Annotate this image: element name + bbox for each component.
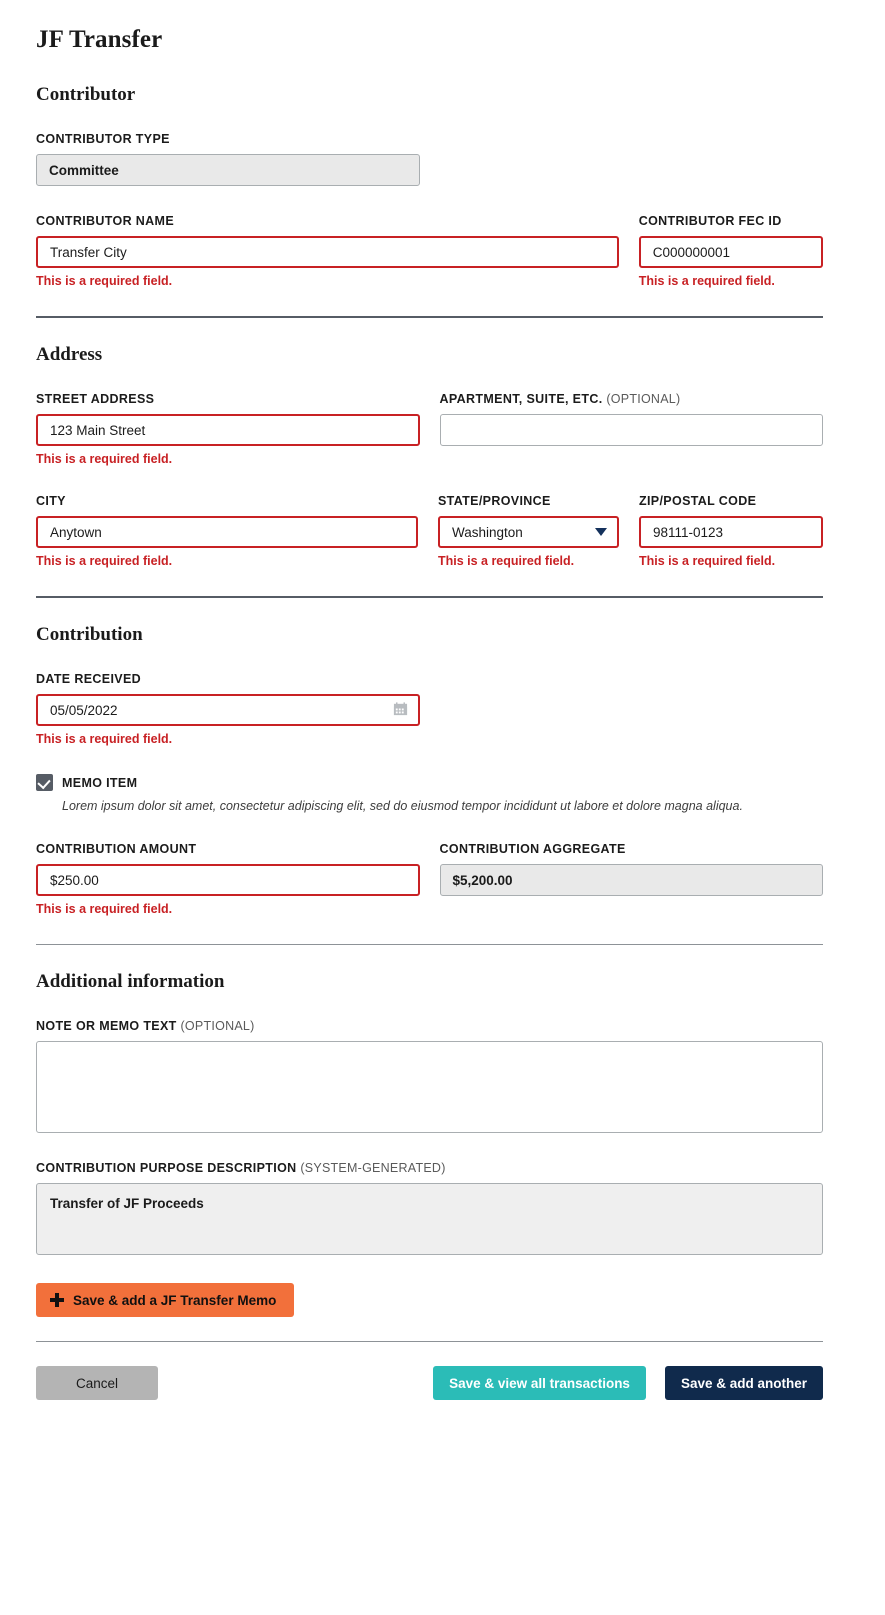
divider-contribution <box>36 944 823 946</box>
cpd-label-text: CONTRIBUTION PURPOSE DESCRIPTION <box>36 1161 297 1176</box>
section-heading-contribution: Contribution <box>36 624 143 645</box>
date-received-input[interactable]: 05/05/2022 <box>36 694 420 726</box>
divider-actions <box>36 1341 823 1343</box>
city-field: CITY Anytown This is a required field. <box>36 494 418 568</box>
contribution-purpose-description-value: Transfer of JF Proceeds <box>36 1183 823 1256</box>
contributor-name-label: CONTRIBUTOR NAME <box>36 214 175 228</box>
state-province-select[interactable]: Washington <box>437 516 619 548</box>
page-title: JF Transfer <box>36 26 163 53</box>
contributor-fec-id-label: CONTRIBUTOR FEC ID <box>638 214 782 228</box>
contributor-type-field: CONTRIBUTOR TYPE Committee <box>36 132 420 186</box>
contribution-purpose-description-label: CONTRIBUTION PURPOSE DESCRIPTION (SYSTEM… <box>36 1161 823 1175</box>
city-input[interactable]: Anytown <box>36 516 418 548</box>
zip-postal-code-label: ZIP/POSTAL CODE <box>638 494 757 508</box>
city-label: CITY <box>36 494 66 508</box>
cancel-button[interactable]: Cancel <box>36 1366 158 1401</box>
date-received-field: DATE RECEIVED 05/05/2022 This is a requi… <box>36 672 420 746</box>
street-address-label: STREET ADDRESS <box>36 392 155 406</box>
street-address-error: This is a required field. <box>36 452 173 466</box>
primary-actions: Save & view all transactions Save & add … <box>433 1366 823 1401</box>
note-memo-text-label: NOTE OR MEMO TEXT (OPTIONAL) <box>36 1019 823 1033</box>
address-city-row: CITY Anytown This is a required field. S… <box>36 494 823 568</box>
contributor-name-row: CONTRIBUTOR NAME Transfer City This is a… <box>36 214 823 288</box>
apartment-field: APARTMENT, SUITE, ETC. (OPTIONAL) <box>439 392 824 466</box>
contributor-fec-id-input[interactable]: C000000001 <box>638 236 823 268</box>
apartment-input[interactable] <box>439 414 823 446</box>
note-memo-text-input[interactable] <box>36 1041 823 1134</box>
section-heading-additional: Additional information <box>36 971 225 993</box>
address-street-row: STREET ADDRESS 123 Main Street This is a… <box>36 392 823 466</box>
form-actions: Cancel Save & view all transactions Save… <box>36 1366 823 1401</box>
street-address-input[interactable]: 123 Main Street <box>36 414 420 446</box>
jf-transfer-form: JF Transfer Contributor CONTRIBUTOR TYPE… <box>0 0 885 1401</box>
note-memo-text-field: NOTE OR MEMO TEXT (OPTIONAL) <box>36 1019 823 1134</box>
state-province-error: This is a required field. <box>437 554 575 568</box>
contributor-name-error: This is a required field. <box>36 274 173 288</box>
contribution-amount-label: CONTRIBUTION AMOUNT <box>36 842 197 857</box>
divider-address <box>36 596 823 598</box>
save-add-another-button[interactable]: Save & add another <box>664 1366 823 1401</box>
apartment-label: APARTMENT, SUITE, ETC. (OPTIONAL) <box>440 392 824 406</box>
state-province-field: STATE/PROVINCE Washington This is a requ… <box>437 494 619 568</box>
apartment-label-text: APARTMENT, SUITE, ETC. <box>439 392 603 406</box>
save-add-jf-transfer-memo-label: Save & add a JF Transfer Memo <box>73 1292 277 1308</box>
apartment-label-optional: (OPTIONAL) <box>606 392 681 406</box>
zip-postal-code-field: ZIP/POSTAL CODE 98111-0123 This is a req… <box>638 494 823 568</box>
contribution-amount-error: This is a required field. <box>36 902 173 917</box>
state-province-value: Washington <box>451 524 523 540</box>
zip-postal-code-input[interactable]: 98111-0123 <box>638 516 823 548</box>
street-address-field: STREET ADDRESS 123 Main Street This is a… <box>36 392 420 466</box>
plus-icon <box>50 1293 64 1308</box>
contributor-fec-id-error: This is a required field. <box>638 274 775 288</box>
date-received-label: DATE RECEIVED <box>36 672 142 686</box>
divider-contributor <box>36 316 823 318</box>
note-memo-text-label-optional: (OPTIONAL) <box>180 1019 255 1034</box>
contribution-aggregate-value: $5,200.00 <box>439 864 823 897</box>
contribution-purpose-description-field: CONTRIBUTION PURPOSE DESCRIPTION (SYSTEM… <box>36 1161 823 1256</box>
memo-item-label: MEMO ITEM <box>62 775 138 790</box>
chevron-down-icon <box>594 528 607 536</box>
contributor-name-field: CONTRIBUTOR NAME Transfer City This is a… <box>36 214 619 288</box>
contributor-fec-id-field: CONTRIBUTOR FEC ID C000000001 This is a … <box>638 214 823 288</box>
save-add-jf-transfer-memo-button[interactable]: Save & add a JF Transfer Memo <box>36 1283 295 1318</box>
cpd-label-optional: (SYSTEM-GENERATED) <box>300 1161 446 1176</box>
contributor-type-value: Committee <box>36 154 420 186</box>
section-heading-address: Address <box>36 344 103 365</box>
date-received-error: This is a required field. <box>36 732 173 746</box>
contribution-aggregate-label: CONTRIBUTION AGGREGATE <box>439 842 626 857</box>
calendar-icon[interactable] <box>393 701 408 719</box>
save-view-all-transactions-button[interactable]: Save & view all transactions <box>433 1366 646 1401</box>
contributor-type-label: CONTRIBUTOR TYPE <box>36 132 170 146</box>
section-heading-contributor: Contributor <box>36 84 136 105</box>
note-memo-text-label-text: NOTE OR MEMO TEXT <box>36 1019 177 1034</box>
contribution-amount-field: CONTRIBUTION AMOUNT $250.00 This is a re… <box>36 842 420 916</box>
memo-item-checkbox-row[interactable]: MEMO ITEM <box>36 774 823 791</box>
memo-item-hint: Lorem ipsum dolor sit amet, consectetur … <box>62 799 743 813</box>
state-province-label: STATE/PROVINCE <box>437 494 551 508</box>
memo-item-checkbox[interactable] <box>36 774 53 791</box>
date-received-value: 05/05/2022 <box>50 702 118 718</box>
city-error: This is a required field. <box>36 554 173 568</box>
contribution-amount-input[interactable]: $250.00 <box>36 864 420 897</box>
zip-postal-code-error: This is a required field. <box>638 554 776 568</box>
memo-item-group: MEMO ITEM Lorem ipsum dolor sit amet, co… <box>36 774 823 814</box>
contribution-aggregate-field: CONTRIBUTION AGGREGATE $5,200.00 <box>439 842 823 916</box>
contributor-name-input[interactable]: Transfer City <box>36 236 619 268</box>
contribution-amount-row: CONTRIBUTION AMOUNT $250.00 This is a re… <box>36 842 823 916</box>
